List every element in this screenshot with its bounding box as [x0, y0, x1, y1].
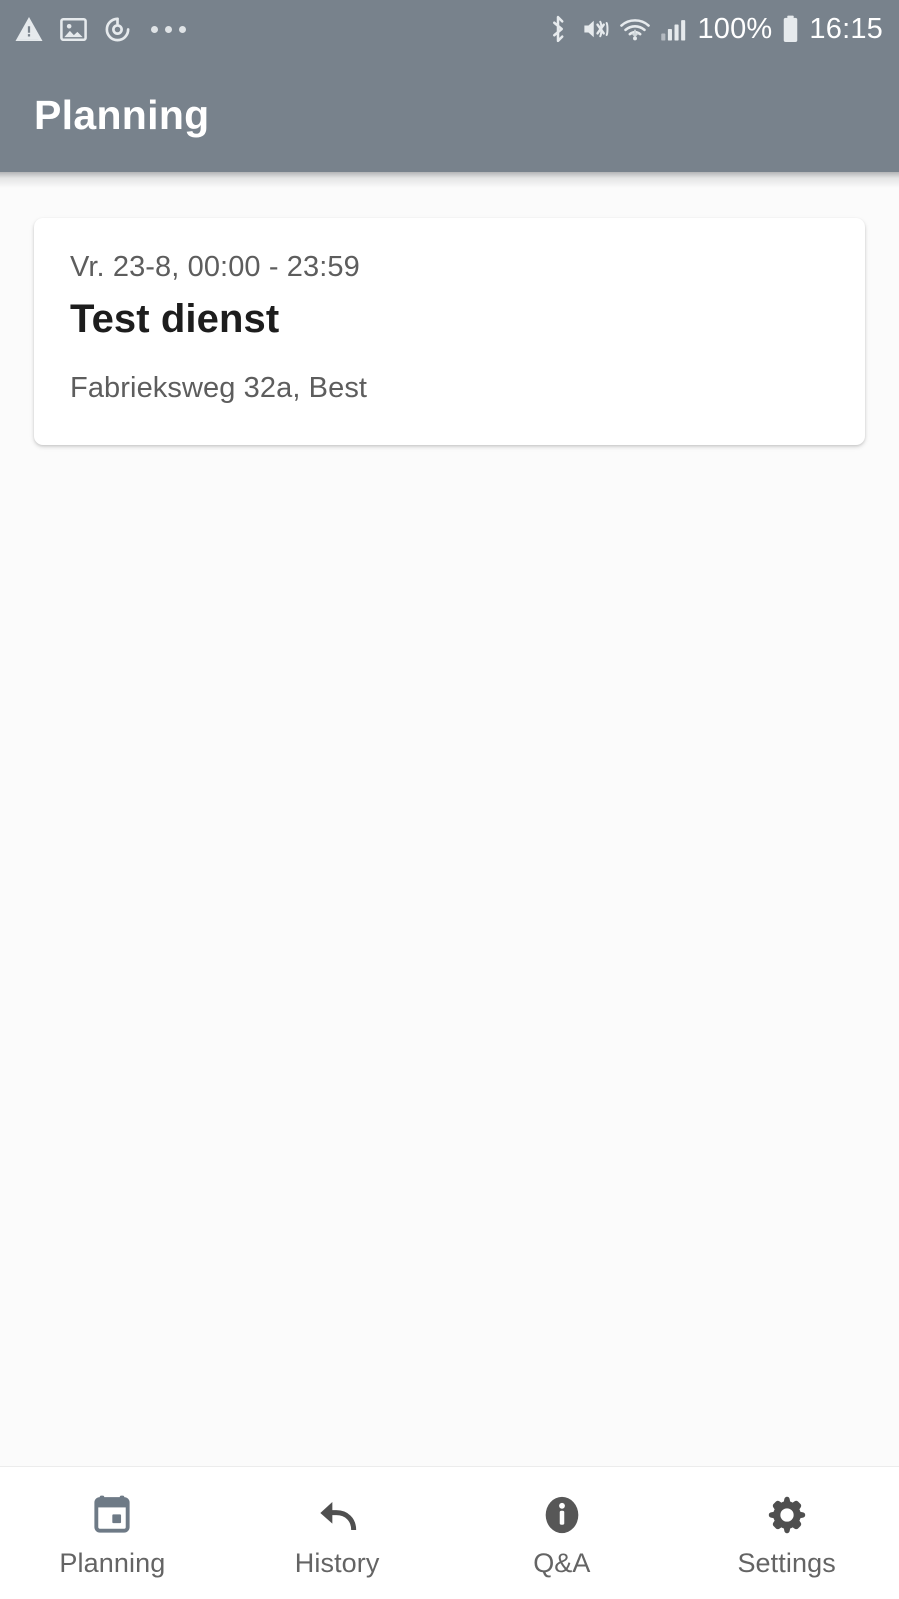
bottom-navigation: Planning History Q&A Settings: [0, 1466, 899, 1599]
warning-triangle-icon: [14, 14, 44, 44]
nav-item-history[interactable]: History: [225, 1467, 450, 1599]
nav-item-qa[interactable]: Q&A: [450, 1467, 675, 1599]
nav-label-planning: Planning: [59, 1548, 166, 1578]
nav-label-settings: Settings: [737, 1548, 836, 1578]
shift-card[interactable]: Vr. 23-8, 00:00 - 23:59 Test dienst Fabr…: [34, 218, 865, 445]
status-bar-right-icons: 100% 16:15: [545, 13, 883, 46]
nav-item-settings[interactable]: Settings: [674, 1467, 899, 1599]
info-circle-icon: [542, 1493, 582, 1537]
calendar-icon: [92, 1493, 132, 1537]
battery-percent-label: 100%: [697, 12, 773, 45]
shift-title: Test dienst: [70, 297, 280, 341]
timer-icon: [103, 15, 132, 44]
shift-address: Fabrieksweg 32a, Best: [70, 372, 368, 404]
undo-arrow-icon: [315, 1493, 359, 1537]
nav-item-planning[interactable]: Planning: [0, 1467, 225, 1599]
image-icon: [59, 15, 88, 44]
clock-label: 16:15: [809, 12, 883, 45]
gear-icon: [766, 1493, 808, 1537]
app-bar: Planning: [0, 58, 899, 172]
battery-icon: [781, 14, 800, 44]
app-root: 100% 16:15 Planning Vr. 23-8, 00:00 - 23…: [0, 0, 899, 1599]
status-bar: 100% 16:15: [0, 0, 899, 58]
page-title: Planning: [34, 91, 210, 138]
planning-list: Vr. 23-8, 00:00 - 23:59 Test dienst Fabr…: [0, 172, 899, 1466]
nav-label-qa: Q&A: [533, 1548, 591, 1578]
wifi-download-icon: [619, 14, 651, 44]
shift-time: Vr. 23-8, 00:00 - 23:59: [70, 251, 360, 283]
cellular-signal-icon: [660, 15, 688, 43]
status-bar-left-icons: [14, 14, 186, 44]
vibrate-mute-icon: [580, 14, 610, 44]
more-notifications-dots: [151, 25, 186, 33]
nav-label-history: History: [294, 1548, 380, 1578]
bluetooth-icon: [545, 14, 571, 44]
